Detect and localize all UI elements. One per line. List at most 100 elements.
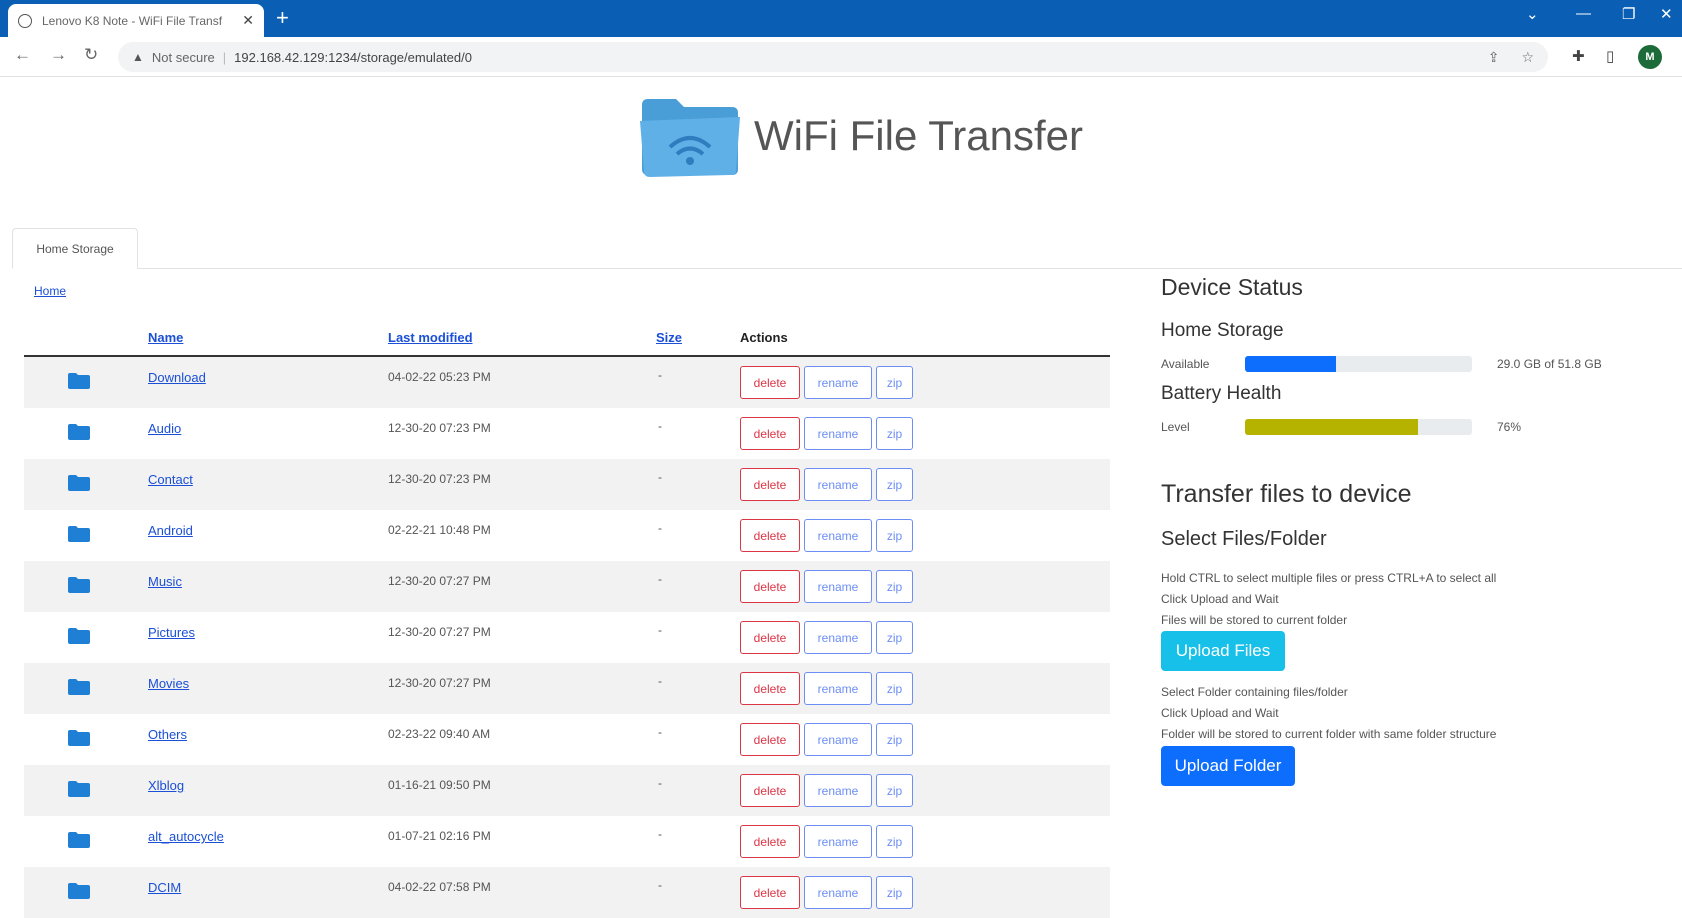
folder-icon	[68, 730, 90, 746]
sort-name-link[interactable]: Name	[148, 330, 183, 345]
back-icon[interactable]: ←	[14, 45, 31, 65]
file-modified: 02-23-22 09:40 AM	[388, 727, 491, 741]
url-text[interactable]: 192.168.42.129:1234/storage/emulated/0	[234, 50, 1466, 65]
delete-button[interactable]: delete	[740, 825, 800, 858]
table-row: alt_autocycle 01-07-21 02:16 PM - delete ren…	[24, 816, 1110, 867]
warning-icon[interactable]: ▲	[132, 50, 144, 64]
actions-header: Actions	[740, 330, 788, 345]
delete-button[interactable]: delete	[740, 672, 800, 705]
bookmark-star-icon[interactable]: ☆	[1521, 49, 1534, 66]
folder-icon	[68, 424, 90, 440]
transfer-heading: Transfer files to device	[1161, 480, 1412, 508]
delete-button[interactable]: delete	[740, 621, 800, 654]
tabs-divider	[12, 268, 1682, 269]
share-icon[interactable]: ⇪	[1488, 49, 1500, 66]
browser-tab[interactable]: Lenovo K8 Note - WiFi File Transf ✕	[8, 4, 264, 37]
file-name-link[interactable]: Music	[148, 574, 182, 589]
rename-button[interactable]: rename	[804, 519, 872, 552]
rename-button[interactable]: rename	[804, 468, 872, 501]
rename-button[interactable]: rename	[804, 774, 872, 807]
table-row: Download 04-02-22 05:23 PM - delete rename zi…	[24, 357, 1110, 408]
delete-button[interactable]: delete	[740, 774, 800, 807]
row-actions: delete rename zip	[740, 876, 913, 909]
zip-button[interactable]: zip	[876, 774, 913, 807]
table-row: Xlblog 01-16-21 09:50 PM - delete rename zip	[24, 765, 1110, 816]
delete-button[interactable]: delete	[740, 723, 800, 756]
zip-button[interactable]: zip	[876, 672, 913, 705]
zip-button[interactable]: zip	[876, 417, 913, 450]
row-actions: delete rename zip	[740, 672, 913, 705]
zip-button[interactable]: zip	[876, 366, 913, 399]
file-name-link[interactable]: alt_autocycle	[148, 829, 224, 844]
zip-button[interactable]: zip	[876, 723, 913, 756]
folder-icon	[68, 526, 90, 542]
sort-size-link[interactable]: Size	[656, 330, 682, 345]
file-name-link[interactable]: Android	[148, 523, 193, 538]
zip-button[interactable]: zip	[876, 519, 913, 552]
folder-note-2: Click Upload and Wait	[1161, 706, 1279, 720]
zip-button[interactable]: zip	[876, 570, 913, 603]
breadcrumb-home[interactable]: Home	[34, 284, 66, 298]
row-actions: delete rename zip	[740, 570, 913, 603]
delete-button[interactable]: delete	[740, 519, 800, 552]
zip-button[interactable]: zip	[876, 621, 913, 654]
delete-button[interactable]: delete	[740, 468, 800, 501]
avatar[interactable]: M	[1638, 45, 1662, 69]
new-tab-icon[interactable]: +	[276, 6, 289, 30]
delete-button[interactable]: delete	[740, 417, 800, 450]
zip-button[interactable]: zip	[876, 468, 913, 501]
file-name-link[interactable]: Audio	[148, 421, 181, 436]
file-name-link[interactable]: Others	[148, 727, 187, 742]
close-tab-icon[interactable]: ✕	[242, 12, 254, 29]
file-modified: 02-22-21 10:48 PM	[388, 523, 491, 537]
rename-button[interactable]: rename	[804, 366, 872, 399]
zip-button[interactable]: zip	[876, 876, 913, 909]
storage-text: 29.0 GB of 51.8 GB	[1497, 357, 1602, 371]
tab-home-storage[interactable]: Home Storage	[12, 228, 138, 269]
rename-button[interactable]: rename	[804, 672, 872, 705]
restore-icon[interactable]: ❐	[1622, 5, 1635, 23]
rename-button[interactable]: rename	[804, 621, 872, 654]
zip-button[interactable]: zip	[876, 825, 913, 858]
folder-icon	[68, 475, 90, 491]
files-note-2: Click Upload and Wait	[1161, 592, 1279, 606]
row-actions: delete rename zip	[740, 774, 913, 807]
minimize-icon[interactable]: —	[1576, 5, 1591, 22]
delete-button[interactable]: delete	[740, 876, 800, 909]
table-row: DCIM 04-02-22 07:58 PM - delete rename zip	[24, 867, 1110, 918]
rename-button[interactable]: rename	[804, 570, 872, 603]
upload-files-button[interactable]: Upload Files	[1161, 631, 1285, 671]
delete-button[interactable]: delete	[740, 366, 800, 399]
forward-icon[interactable]: →	[50, 45, 67, 65]
rename-button[interactable]: rename	[804, 417, 872, 450]
file-name-link[interactable]: Xlblog	[148, 778, 184, 793]
app-title: WiFi File Transfer	[754, 112, 1084, 159]
file-name-link[interactable]: Movies	[148, 676, 189, 691]
file-name-link[interactable]: Contact	[148, 472, 193, 487]
close-window-icon[interactable]: ✕	[1660, 5, 1673, 23]
delete-button[interactable]: delete	[740, 570, 800, 603]
rename-button[interactable]: rename	[804, 825, 872, 858]
table-header: Name Last modified Size Actions	[24, 322, 1110, 357]
file-size: -	[658, 878, 662, 892]
not-secure-label[interactable]: Not secure	[152, 50, 215, 65]
file-name-link[interactable]: DCIM	[148, 880, 181, 895]
tab-search-icon[interactable]: ⌄	[1526, 5, 1539, 23]
tab-title: Lenovo K8 Note - WiFi File Transf	[42, 13, 223, 28]
file-name-link[interactable]: Download	[148, 370, 206, 385]
battery-text: 76%	[1497, 420, 1522, 434]
rename-button[interactable]: rename	[804, 876, 872, 909]
extensions-icon[interactable]: ✚	[1572, 47, 1585, 65]
address-bar[interactable]: ▲ Not secure | 192.168.42.129:1234/stora…	[118, 42, 1548, 72]
file-name-link[interactable]: Pictures	[148, 625, 195, 640]
folder-icon	[68, 679, 90, 695]
folder-icon	[68, 373, 90, 389]
rename-button[interactable]: rename	[804, 723, 872, 756]
sort-last-modified-link[interactable]: Last modified	[388, 330, 473, 345]
upload-folder-button[interactable]: Upload Folder	[1161, 746, 1295, 786]
file-modified: 01-07-21 02:16 PM	[388, 829, 491, 843]
battery-progress	[1245, 419, 1472, 435]
reload-icon[interactable]: ↻	[84, 45, 98, 65]
file-modified: 12-30-20 07:23 PM	[388, 421, 491, 435]
side-panel-icon[interactable]: ▯	[1606, 47, 1614, 65]
